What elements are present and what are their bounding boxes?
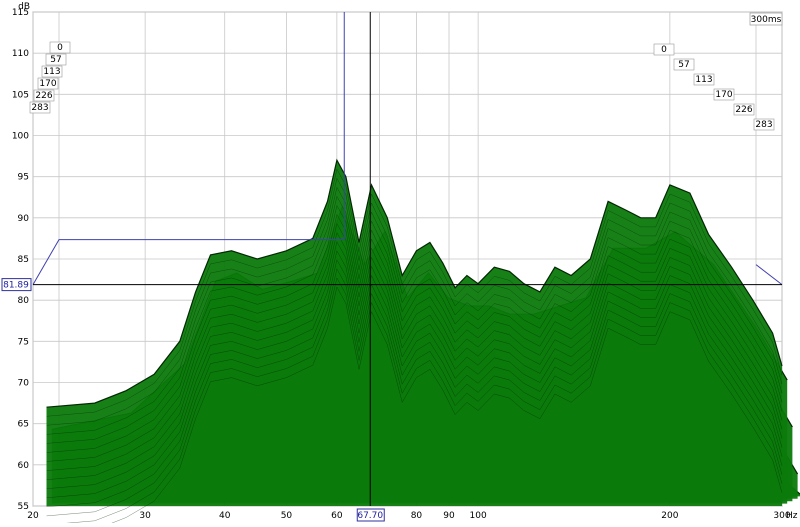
time-slice-label-left: 170 — [38, 78, 58, 89]
x-tick-label: 60 — [331, 511, 343, 521]
cursor-x-text: 67.70 — [357, 511, 383, 521]
slice-label-text: 226 — [35, 91, 52, 101]
time-slice-label-right: 57 — [674, 59, 694, 70]
x-tick-label: 30 — [139, 511, 151, 521]
x-tick-label: 200 — [661, 511, 678, 521]
time-unit-badge: 300ms — [750, 13, 782, 25]
time-slice-label-right: 170 — [714, 89, 734, 100]
time-slice-label-left: 0 — [50, 42, 70, 53]
time-slice-label-right: 283 — [754, 119, 774, 130]
y-tick-label: 90 — [18, 214, 30, 224]
time-slice-label-left: 283 — [30, 102, 50, 113]
waterfall-svg: 20304050608090100200300Hz556065707580859… — [0, 0, 800, 523]
slice-label-text: 283 — [31, 103, 48, 113]
waterfall-chart: 20304050608090100200300Hz556065707580859… — [0, 0, 800, 523]
slice-label-text: 113 — [695, 75, 712, 85]
x-tick-label: 100 — [470, 511, 487, 521]
time-slice-label-right: 226 — [734, 104, 754, 115]
slice-label-text: 0 — [661, 45, 667, 55]
slice-label-text: 283 — [755, 120, 772, 130]
x-tick-label: 20 — [27, 511, 39, 521]
cursor-x-readout[interactable]: 67.70 — [357, 509, 384, 521]
slice-label-text: 57 — [678, 60, 689, 70]
y-tick-label: 60 — [18, 461, 30, 471]
y-tick-label: 110 — [12, 49, 29, 59]
x-tick-label: 80 — [411, 511, 423, 521]
x-tick-label: 90 — [443, 511, 455, 521]
y-tick-label: 105 — [12, 90, 29, 100]
time-slice-label-left: 57 — [46, 54, 66, 65]
y-tick-label: 65 — [18, 420, 29, 430]
y-tick-label: 70 — [18, 379, 30, 389]
slice-label-text: 57 — [50, 55, 61, 65]
time-slice-label-right: 113 — [694, 74, 714, 85]
y-tick-label: 100 — [12, 132, 29, 142]
y-tick-label: 85 — [18, 255, 29, 265]
time-slice-label-left: 113 — [42, 66, 62, 77]
slice-label-text: 113 — [43, 67, 60, 77]
y-tick-label: 80 — [18, 296, 30, 306]
y-tick-label: 95 — [18, 173, 29, 183]
y-tick-label: 75 — [18, 337, 29, 347]
x-unit-label: Hz — [786, 511, 798, 521]
time-slice-label-left: 226 — [34, 90, 54, 101]
slice-label-text: 170 — [39, 79, 56, 89]
time-unit-text: 300ms — [751, 15, 782, 25]
time-slice-label-right: 0 — [654, 44, 674, 55]
cursor-y-text: 81.89 — [3, 281, 29, 291]
x-tick-label: 50 — [281, 511, 293, 521]
cursor-y-readout[interactable]: 81.89 — [2, 279, 31, 291]
slice-label-text: 0 — [57, 43, 63, 53]
slice-label-text: 170 — [715, 90, 732, 100]
y-unit-label: dB — [18, 2, 30, 12]
slice-label-text: 226 — [735, 105, 752, 115]
x-tick-label: 40 — [219, 511, 231, 521]
y-tick-label: 55 — [18, 502, 29, 512]
